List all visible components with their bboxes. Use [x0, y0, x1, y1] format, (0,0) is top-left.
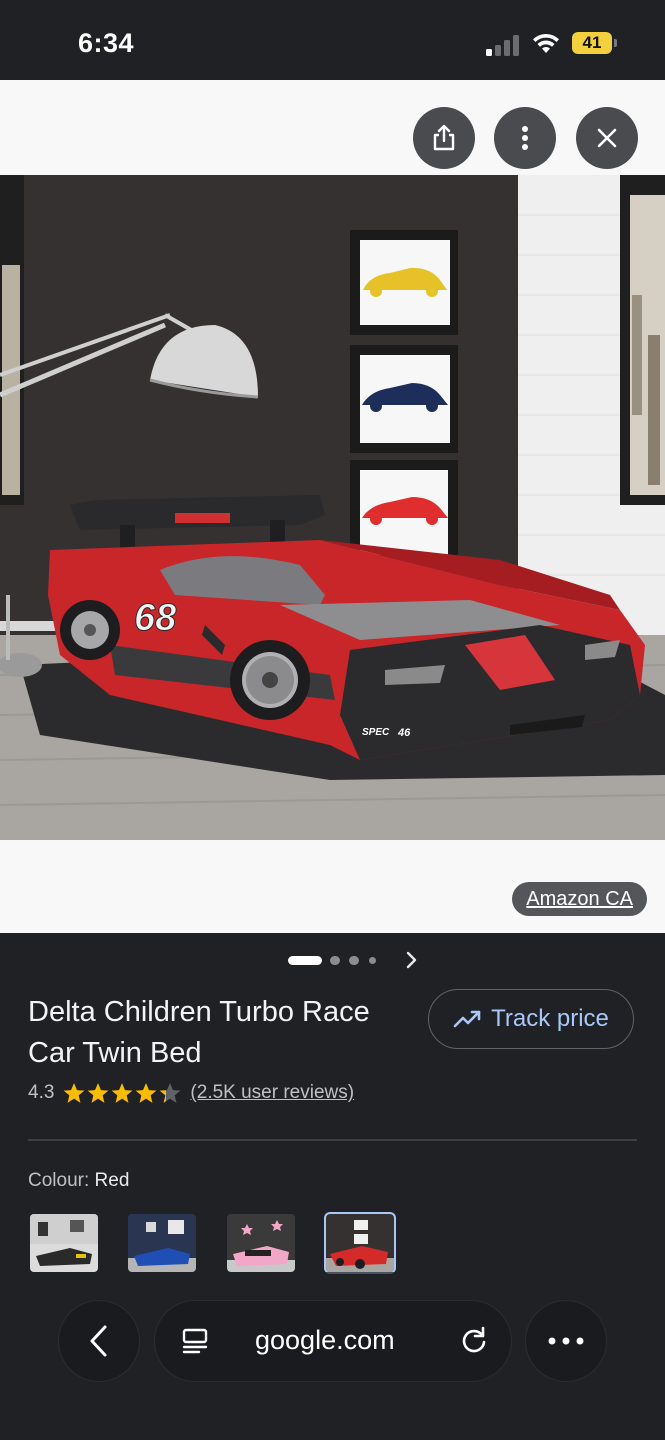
star-icon — [136, 1083, 157, 1103]
colour-swatch-black[interactable] — [30, 1214, 98, 1272]
colour-value: Red — [94, 1170, 130, 1191]
status-bar: 6:34 41 — [0, 0, 665, 80]
clock: 6:34 — [78, 28, 135, 58]
colour-swatch-pink[interactable] — [227, 1214, 295, 1272]
colour-swatch-red[interactable] — [324, 1212, 396, 1274]
pager-dot[interactable] — [369, 957, 376, 964]
star-icon — [160, 1083, 181, 1103]
colour-swatch-blue[interactable] — [128, 1214, 196, 1272]
pager-dot[interactable] — [349, 956, 359, 965]
image-viewer[interactable]: SPEC 46 68 Amazon CA — [0, 80, 665, 933]
share-button[interactable] — [413, 107, 475, 169]
close-button[interactable] — [576, 107, 638, 169]
star-rating — [62, 1082, 182, 1104]
chevron-right-icon[interactable] — [402, 949, 422, 971]
pager-dot[interactable] — [330, 956, 340, 965]
more-horiz-icon — [548, 1337, 584, 1345]
star-icon — [112, 1083, 133, 1103]
pager-dot-active[interactable] — [288, 956, 322, 965]
colour-label: Colour: — [28, 1170, 90, 1191]
divider — [28, 1139, 637, 1141]
source-link[interactable]: Amazon CA — [512, 882, 647, 916]
track-price-button[interactable]: Track price — [428, 989, 634, 1049]
battery-icon: 41 — [572, 32, 617, 54]
star-icon — [64, 1083, 85, 1103]
battery-percent: 41 — [582, 33, 602, 52]
share-icon — [433, 124, 455, 151]
page-menu-icon[interactable] — [181, 1327, 209, 1355]
reload-icon[interactable] — [459, 1326, 489, 1356]
signal-icon — [486, 34, 520, 56]
svg-text:46: 46 — [397, 727, 411, 739]
more-vert-icon — [522, 126, 528, 150]
rating-row: 4.3 (2.5K user reviews) — [28, 1082, 354, 1104]
wifi-icon — [533, 33, 559, 53]
rating-value: 4.3 — [28, 1082, 55, 1103]
track-price-label: Track price — [491, 1005, 609, 1032]
product-title[interactable]: Delta Children Turbo Race Car Twin Bed — [28, 992, 388, 1074]
svg-text:SPEC: SPEC — [362, 727, 390, 738]
more-options-button[interactable] — [494, 107, 556, 169]
colour-row: Colour: Red — [28, 1170, 129, 1192]
back-button[interactable] — [59, 1301, 139, 1381]
star-icon — [88, 1083, 109, 1103]
bed-number: 68 — [134, 597, 177, 639]
address-bar[interactable]: google.com — [155, 1301, 511, 1381]
back-arrow-icon — [90, 1325, 107, 1357]
browser-more-button[interactable] — [526, 1301, 606, 1381]
url-text[interactable]: google.com — [255, 1325, 395, 1356]
reviews-link[interactable]: (2.5K user reviews) — [190, 1082, 354, 1104]
product-image[interactable]: SPEC 46 68 — [0, 175, 665, 840]
close-icon — [597, 128, 617, 148]
trending-up-icon — [453, 1010, 481, 1028]
